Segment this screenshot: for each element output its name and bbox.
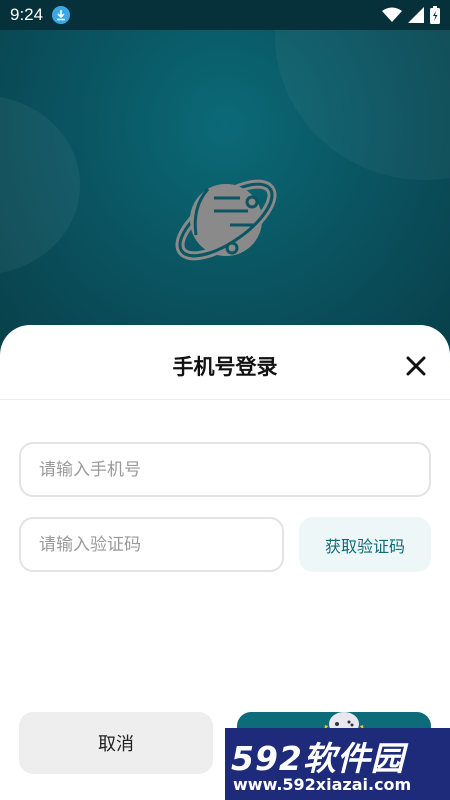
status-bar: 9:24 — [0, 0, 450, 30]
get-code-button[interactable]: 获取验证码 — [299, 517, 431, 572]
planet-logo-icon — [175, 179, 277, 261]
code-input[interactable] — [21, 519, 282, 570]
divider — [0, 399, 450, 400]
watermark-brand: 592软件园 — [231, 732, 405, 780]
decor-circle — [0, 95, 80, 275]
wifi-icon — [382, 7, 402, 22]
watermark-url: www.592xiazai.com — [233, 775, 412, 794]
download-icon — [52, 6, 70, 24]
phone-input[interactable] — [21, 444, 429, 495]
watermark-brand-text: 软件园 — [302, 739, 405, 778]
site-watermark: 592软件园 www.592xiazai.com — [225, 728, 450, 800]
page-title: 手机号登录 — [172, 355, 278, 379]
close-icon[interactable] — [402, 352, 430, 380]
cancel-button[interactable]: 取消 — [19, 712, 213, 774]
signal-icon — [408, 7, 424, 23]
battery-icon — [430, 6, 440, 24]
watermark-brand-digits: 592 — [231, 739, 303, 778]
code-field[interactable] — [19, 517, 284, 572]
status-time: 9:24 — [10, 5, 44, 24]
phone-field[interactable] — [19, 442, 431, 497]
